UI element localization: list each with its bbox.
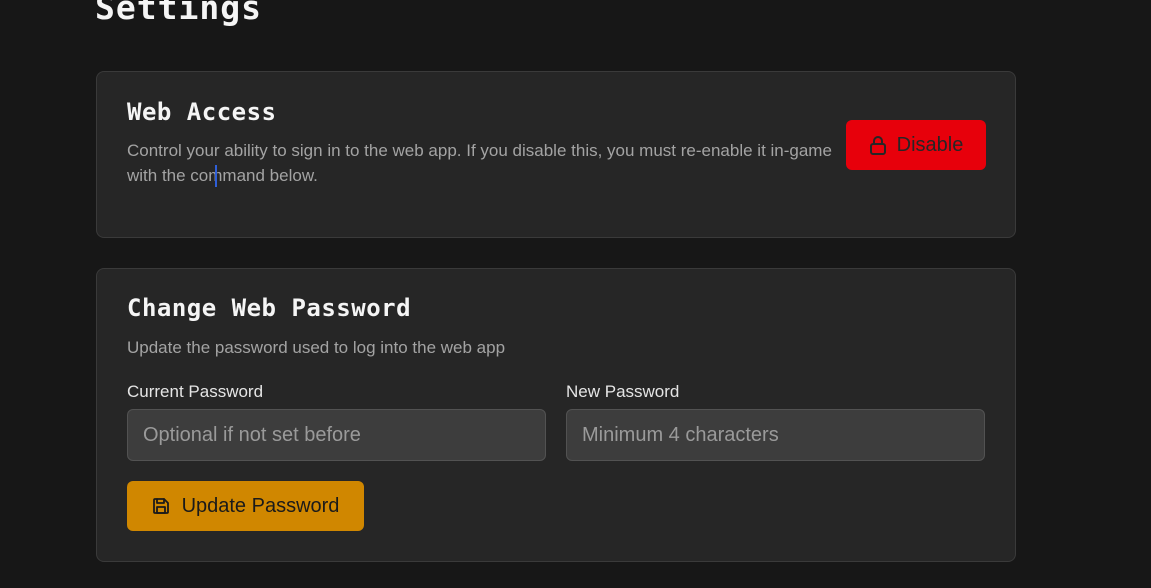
new-password-label: New Password [566, 382, 680, 401]
disable-button-label: Disable [896, 133, 964, 156]
web-access-title: Web Access [127, 98, 277, 126]
current-password-label: Current Password [127, 382, 264, 401]
lock-icon [869, 135, 887, 155]
current-password-input[interactable] [127, 409, 546, 461]
change-password-description: Update the password used to log into the… [127, 338, 506, 357]
update-password-label: Update Password [181, 494, 340, 517]
change-password-title: Change Web Password [127, 294, 412, 322]
web-access-description: Control your ability to sign in to the w… [127, 141, 832, 185]
text-cursor [215, 165, 217, 187]
save-icon [152, 497, 170, 515]
update-password-button[interactable]: Update Password [127, 481, 364, 531]
disable-button[interactable]: Disable [846, 120, 986, 170]
web-access-card: Web Access Control your ability to sign … [96, 71, 1016, 238]
settings-page: Settings Web Access Control your ability… [0, 0, 1151, 588]
change-password-card: Change Web Password Update the password … [96, 268, 1016, 562]
new-password-input[interactable] [566, 409, 985, 461]
page-title: Settings [95, 0, 262, 27]
